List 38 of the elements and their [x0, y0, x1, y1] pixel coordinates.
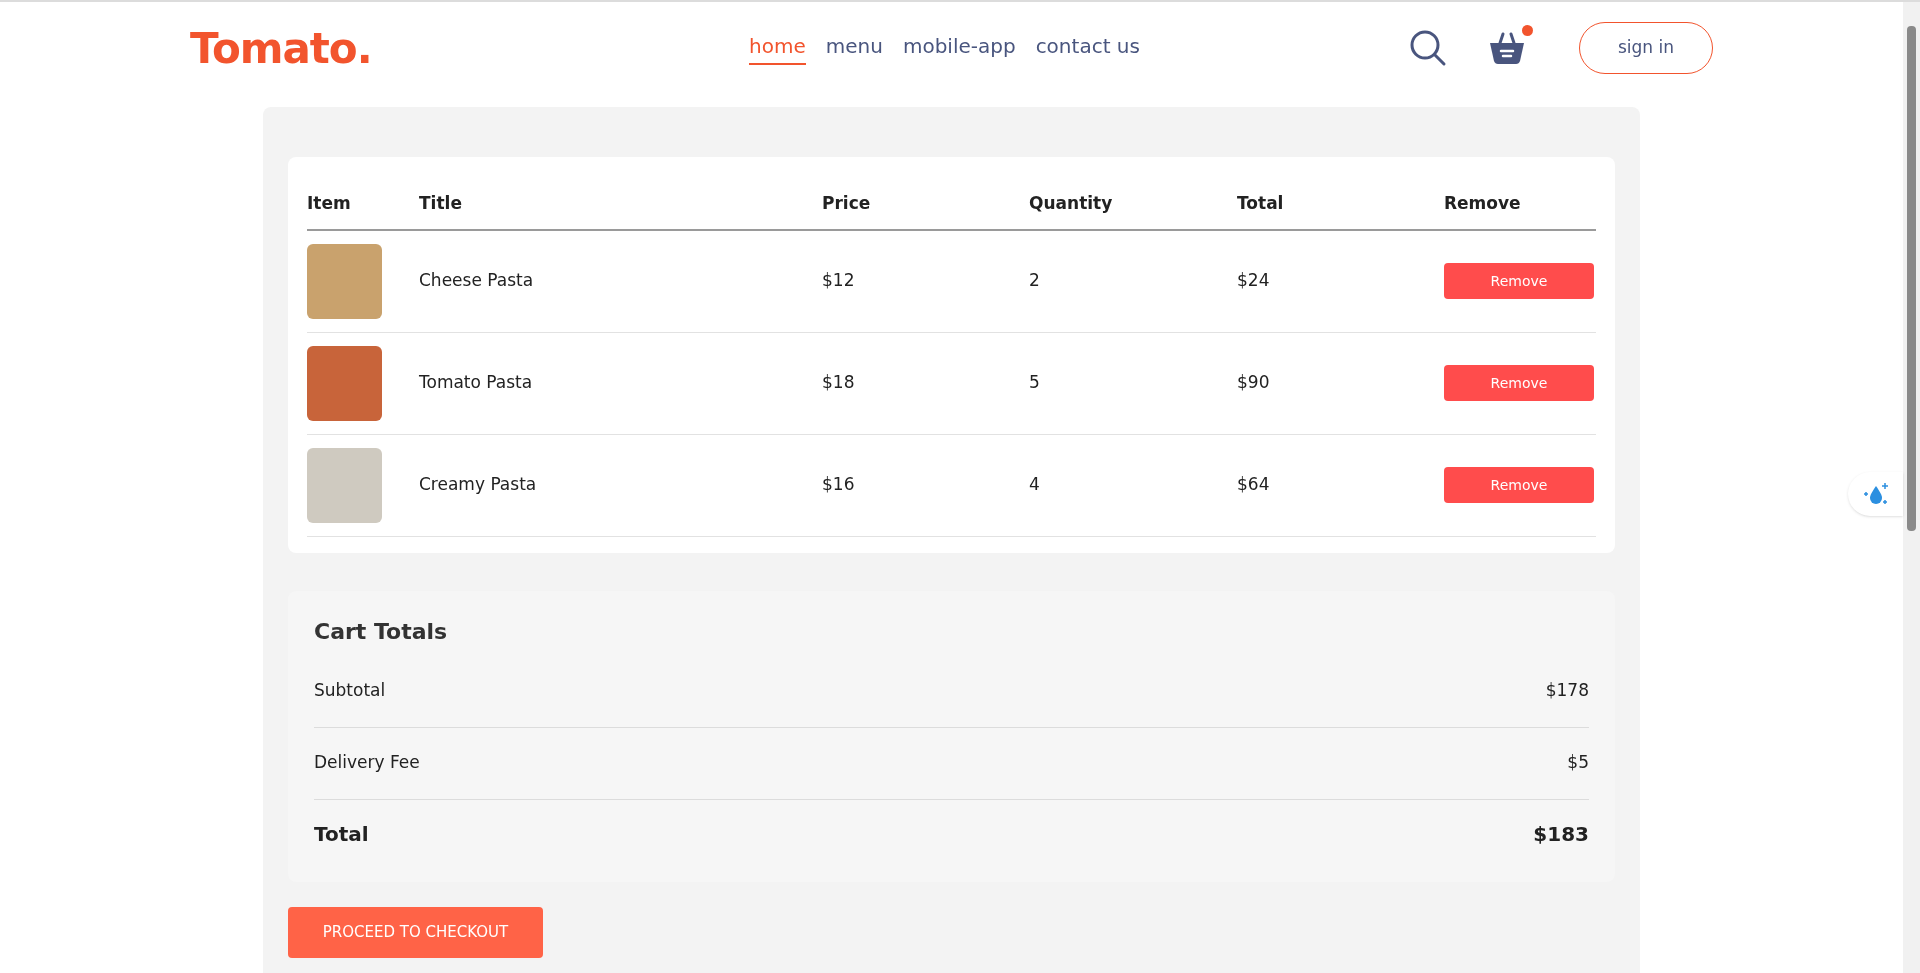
checkout-button[interactable]: PROCEED TO CHECKOUT [288, 906, 543, 958]
table-cell: $18 [822, 372, 855, 393]
table-cell: $64 [1237, 474, 1270, 495]
table-cell: $12 [822, 270, 855, 291]
totals-value: $5 [1567, 751, 1589, 775]
cart-totals-title: Cart Totals [314, 617, 449, 646]
remove-button[interactable]: Remove [1444, 365, 1594, 401]
logo[interactable]: Tomato. [190, 16, 430, 80]
remove-button[interactable]: Remove [1444, 263, 1594, 299]
nav-link[interactable]: home [749, 31, 806, 65]
table-cell: $16 [822, 474, 855, 495]
table-cell: $24 [1237, 270, 1270, 291]
totals-label: Total [314, 820, 369, 848]
basket-icon[interactable] [1489, 31, 1525, 65]
search-icon[interactable] [1409, 29, 1447, 67]
column-header: Price [822, 193, 871, 213]
column-header: Total [1237, 193, 1284, 213]
column-header: Remove [1444, 193, 1521, 213]
water-drop-icon[interactable] [1848, 472, 1903, 516]
nav-link[interactable]: contact us [1035, 31, 1140, 65]
scrollbar[interactable] [1903, 2, 1920, 973]
totals-value: $183 [1533, 820, 1589, 848]
nav-link[interactable]: mobile-app [902, 31, 1016, 65]
column-header: Title [419, 193, 462, 213]
table-cell: 2 [1029, 270, 1040, 291]
table-cell: Cheese Pasta [419, 270, 534, 291]
table-cell: Creamy Pasta [419, 474, 537, 495]
remove-button[interactable]: Remove [1444, 467, 1594, 503]
nav-link[interactable]: menu [825, 31, 883, 65]
totals-value: $178 [1545, 679, 1589, 703]
table-cell: Tomato Pasta [419, 372, 533, 393]
totals-label: Subtotal [314, 679, 386, 703]
totals-label: Delivery Fee [314, 751, 420, 775]
table-cell: $90 [1237, 372, 1270, 393]
column-header: Quantity [1029, 193, 1113, 213]
table-cell: 4 [1029, 474, 1040, 495]
table-cell: 5 [1029, 372, 1040, 393]
column-header: Item [307, 193, 351, 213]
